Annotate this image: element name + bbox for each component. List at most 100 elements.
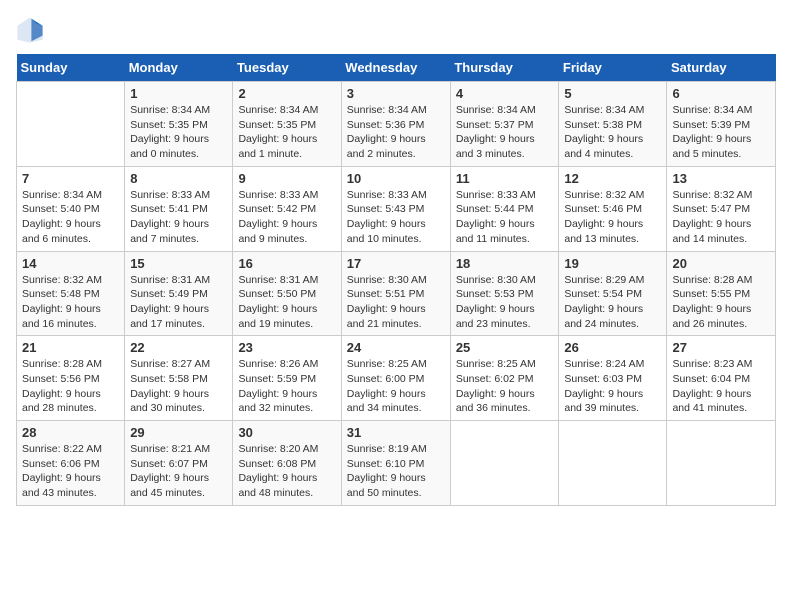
day-cell [17,82,125,167]
day-cell: 24 Sunrise: 8:25 AMSunset: 6:00 PMDayligh… [341,336,450,421]
day-cell: 19 Sunrise: 8:29 AMSunset: 5:54 PMDayligh… [559,251,667,336]
day-cell: 14Sunrise: 8:32 AMSunset: 5:48 PMDayligh… [17,251,125,336]
header-tuesday: Tuesday [233,54,341,82]
day-detail: Sunrise: 8:25 AMSunset: 6:00 PMDaylight:… [347,357,445,416]
page-header [16,16,776,44]
day-number: 27 [672,340,770,355]
day-number: 21 [22,340,119,355]
day-number: 28 [22,425,119,440]
header-thursday: Thursday [450,54,559,82]
day-detail: Sunrise: 8:31 AMSunset: 5:49 PMDaylight:… [130,273,227,332]
day-detail: Sunrise: 8:22 AMSunset: 6:06 PMDaylight:… [22,442,119,501]
day-cell: 6 Sunrise: 8:34 AMSunset: 5:39 PMDaylight… [667,82,776,167]
day-detail: Sunrise: 8:23 AMSunset: 6:04 PMDaylight:… [672,357,770,416]
day-cell: 20 Sunrise: 8:28 AMSunset: 5:55 PMDayligh… [667,251,776,336]
day-number: 18 [456,256,554,271]
day-number: 26 [564,340,661,355]
day-detail: Sunrise: 8:19 AMSunset: 6:10 PMDaylight:… [347,442,445,501]
day-cell: 8 Sunrise: 8:33 AMSunset: 5:41 PMDaylight… [125,166,233,251]
day-cell: 17Sunrise: 8:30 AMSunset: 5:51 PMDayligh… [341,251,450,336]
day-cell [667,421,776,506]
header-saturday: Saturday [667,54,776,82]
day-cell: 4 Sunrise: 8:34 AMSunset: 5:37 PMDaylight… [450,82,559,167]
day-cell: 13 Sunrise: 8:32 AMSunset: 5:47 PMDayligh… [667,166,776,251]
logo-icon [16,16,44,44]
day-detail: Sunrise: 8:32 AMSunset: 5:47 PMDaylight:… [672,188,770,247]
day-cell: 21 Sunrise: 8:28 AMSunset: 5:56 PMDayligh… [17,336,125,421]
header-sunday: Sunday [17,54,125,82]
day-detail: Sunrise: 8:30 AMSunset: 5:53 PMDaylight:… [456,273,554,332]
day-detail: Sunrise: 8:33 AMSunset: 5:41 PMDaylight:… [130,188,227,247]
day-cell: 26 Sunrise: 8:24 AMSunset: 6:03 PMDayligh… [559,336,667,421]
header-friday: Friday [559,54,667,82]
week-row-3: 14Sunrise: 8:32 AMSunset: 5:48 PMDayligh… [17,251,776,336]
day-number: 8 [130,171,227,186]
day-cell [559,421,667,506]
day-detail: Sunrise: 8:26 AMSunset: 5:59 PMDaylight:… [238,357,335,416]
day-detail: Sunrise: 8:28 AMSunset: 5:55 PMDaylight:… [672,273,770,332]
day-cell: 10 Sunrise: 8:33 AMSunset: 5:43 PMDayligh… [341,166,450,251]
day-number: 19 [564,256,661,271]
day-cell: 28 Sunrise: 8:22 AMSunset: 6:06 PMDayligh… [17,421,125,506]
day-detail: Sunrise: 8:30 AMSunset: 5:51 PMDaylight:… [347,273,445,332]
day-detail: Sunrise: 8:34 AMSunset: 5:36 PMDaylight:… [347,103,445,162]
day-number: 25 [456,340,554,355]
day-number: 31 [347,425,445,440]
day-detail: Sunrise: 8:32 AMSunset: 5:46 PMDaylight:… [564,188,661,247]
day-cell: 1Sunrise: 8:34 AMSunset: 5:35 PMDaylight… [125,82,233,167]
day-detail: Sunrise: 8:32 AMSunset: 5:48 PMDaylight:… [22,273,119,332]
week-row-4: 21 Sunrise: 8:28 AMSunset: 5:56 PMDayligh… [17,336,776,421]
day-cell: 25Sunrise: 8:25 AMSunset: 6:02 PMDayligh… [450,336,559,421]
day-number: 29 [130,425,227,440]
calendar-table: SundayMondayTuesdayWednesdayThursdayFrid… [16,54,776,506]
header-wednesday: Wednesday [341,54,450,82]
day-detail: Sunrise: 8:34 AMSunset: 5:35 PMDaylight:… [238,103,335,162]
day-cell: 16 Sunrise: 8:31 AMSunset: 5:50 PMDayligh… [233,251,341,336]
day-cell: 15Sunrise: 8:31 AMSunset: 5:49 PMDayligh… [125,251,233,336]
day-cell: 9Sunrise: 8:33 AMSunset: 5:42 PMDaylight… [233,166,341,251]
day-cell: 23 Sunrise: 8:26 AMSunset: 5:59 PMDayligh… [233,336,341,421]
day-number: 23 [238,340,335,355]
day-cell: 7 Sunrise: 8:34 AMSunset: 5:40 PMDaylight… [17,166,125,251]
day-cell [450,421,559,506]
day-number: 9 [238,171,335,186]
day-detail: Sunrise: 8:34 AMSunset: 5:38 PMDaylight:… [564,103,661,162]
day-detail: Sunrise: 8:27 AMSunset: 5:58 PMDaylight:… [130,357,227,416]
day-cell: 12 Sunrise: 8:32 AMSunset: 5:46 PMDayligh… [559,166,667,251]
day-cell: 31 Sunrise: 8:19 AMSunset: 6:10 PMDayligh… [341,421,450,506]
day-detail: Sunrise: 8:29 AMSunset: 5:54 PMDaylight:… [564,273,661,332]
day-number: 22 [130,340,227,355]
day-detail: Sunrise: 8:28 AMSunset: 5:56 PMDaylight:… [22,357,119,416]
day-cell: 27 Sunrise: 8:23 AMSunset: 6:04 PMDayligh… [667,336,776,421]
day-detail: Sunrise: 8:31 AMSunset: 5:50 PMDaylight:… [238,273,335,332]
day-detail: Sunrise: 8:34 AMSunset: 5:37 PMDaylight:… [456,103,554,162]
day-cell: 22 Sunrise: 8:27 AMSunset: 5:58 PMDayligh… [125,336,233,421]
day-cell: 5Sunrise: 8:34 AMSunset: 5:38 PMDaylight… [559,82,667,167]
day-number: 3 [347,86,445,101]
day-number: 20 [672,256,770,271]
day-cell: 18 Sunrise: 8:30 AMSunset: 5:53 PMDayligh… [450,251,559,336]
day-number: 2 [238,86,335,101]
day-number: 24 [347,340,445,355]
day-number: 4 [456,86,554,101]
week-row-5: 28 Sunrise: 8:22 AMSunset: 6:06 PMDayligh… [17,421,776,506]
day-number: 10 [347,171,445,186]
day-number: 1 [130,86,227,101]
day-number: 13 [672,171,770,186]
day-number: 7 [22,171,119,186]
day-number: 30 [238,425,335,440]
day-detail: Sunrise: 8:34 AMSunset: 5:40 PMDaylight:… [22,188,119,247]
day-detail: Sunrise: 8:21 AMSunset: 6:07 PMDaylight:… [130,442,227,501]
day-detail: Sunrise: 8:24 AMSunset: 6:03 PMDaylight:… [564,357,661,416]
day-number: 12 [564,171,661,186]
logo [16,16,48,44]
day-number: 6 [672,86,770,101]
day-detail: Sunrise: 8:33 AMSunset: 5:44 PMDaylight:… [456,188,554,247]
day-detail: Sunrise: 8:20 AMSunset: 6:08 PMDaylight:… [238,442,335,501]
day-cell: 11 Sunrise: 8:33 AMSunset: 5:44 PMDayligh… [450,166,559,251]
day-detail: Sunrise: 8:34 AMSunset: 5:39 PMDaylight:… [672,103,770,162]
day-detail: Sunrise: 8:33 AMSunset: 5:43 PMDaylight:… [347,188,445,247]
week-row-2: 7 Sunrise: 8:34 AMSunset: 5:40 PMDaylight… [17,166,776,251]
day-number: 16 [238,256,335,271]
day-number: 11 [456,171,554,186]
